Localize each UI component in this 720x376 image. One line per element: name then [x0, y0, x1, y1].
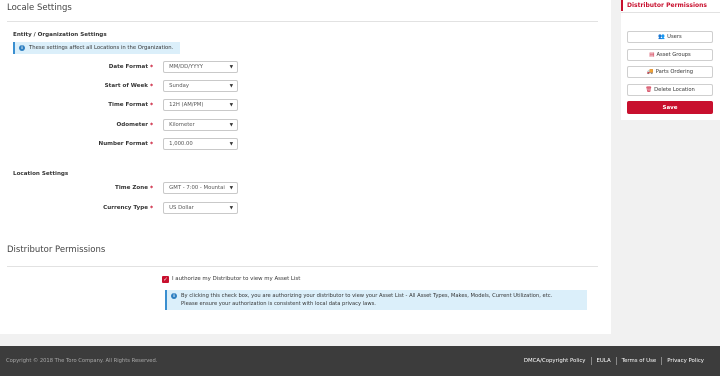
- required-mark: *: [150, 140, 154, 148]
- time-format-row: Time Format * 12H (AM/PM) ▼: [0, 98, 260, 112]
- date-format-label: Date Format: [108, 64, 148, 70]
- divider: [7, 21, 598, 22]
- time-format-select[interactable]: 12H (AM/PM) ▼: [163, 99, 239, 111]
- time-format-value: 12H (AM/PM): [169, 102, 204, 108]
- users-icon: 👥: [658, 34, 666, 40]
- save-button[interactable]: Save: [627, 101, 713, 114]
- footer: Copyright © 2018 The Toro Company. All R…: [0, 346, 720, 376]
- terms-link[interactable]: Terms of Use: [622, 358, 657, 364]
- entity-info-text: These settings affect all Locations in t…: [29, 45, 174, 51]
- asset-groups-button-label: Asset Groups: [656, 52, 691, 58]
- start-of-week-row: Start of Week * Sunday ▼: [0, 79, 260, 93]
- currency-type-select[interactable]: US Dollar ▼: [163, 202, 239, 214]
- required-mark: *: [150, 184, 154, 192]
- divider: [621, 12, 720, 13]
- main-content: Locale Settings Entity / Organization Se…: [0, 0, 611, 334]
- chevron-down-icon: ▼: [229, 186, 234, 191]
- distributor-info-line-2: Please ensure your authorization is cons…: [181, 301, 376, 307]
- odometer-row: Odometer * Kilometer ▼: [0, 118, 260, 132]
- start-of-week-value: Sunday: [169, 83, 189, 89]
- side-panel: Distributor Permissions 👥 Users ▤ Asset Gr…: [621, 0, 720, 120]
- required-mark: *: [150, 82, 154, 90]
- distributor-permissions-title: Distributor Permissions: [7, 245, 106, 255]
- time-format-label: Time Format: [108, 102, 148, 108]
- authorize-distributor-checkbox[interactable]: ✓: [162, 276, 169, 283]
- chevron-down-icon: ▼: [229, 65, 234, 70]
- footer-links: DMCA/Copyright Policy EULA Terms of Use …: [524, 357, 704, 365]
- side-panel-title: Distributor Permissions: [621, 0, 720, 11]
- required-mark: *: [150, 204, 154, 212]
- footer-copyright: Copyright © 2018 The Toro Company. All R…: [6, 358, 158, 364]
- number-format-row: Number Format * 1,000.00 ▼: [0, 137, 260, 151]
- divider: [7, 266, 598, 267]
- dmca-link[interactable]: DMCA/Copyright Policy: [524, 358, 586, 364]
- eula-link[interactable]: EULA: [597, 358, 611, 364]
- odometer-label: Odometer: [116, 122, 148, 128]
- date-format-value: MM/DD/YYYY: [169, 64, 203, 70]
- number-format-select[interactable]: 1,000.00 ▼: [163, 138, 239, 150]
- date-format-row: Date Format * MM/DD/YYYY ▼: [0, 60, 260, 74]
- entity-info-banner: i These settings affect all Locations in…: [13, 42, 180, 54]
- asset-groups-button[interactable]: ▤ Asset Groups: [627, 49, 713, 61]
- chevron-down-icon: ▼: [229, 84, 234, 89]
- info-icon: i: [171, 293, 177, 299]
- required-mark: *: [150, 121, 154, 129]
- list-icon: ▤: [649, 52, 655, 58]
- divider: [661, 357, 663, 365]
- parts-ordering-button[interactable]: 🚚 Parts Ordering: [627, 66, 713, 78]
- time-zone-select[interactable]: GMT - 7:00 - Mountai ▼: [163, 182, 239, 194]
- date-format-select[interactable]: MM/DD/YYYY ▼: [163, 61, 239, 73]
- entity-settings-title: Entity / Organization Settings: [13, 32, 107, 38]
- chevron-down-icon: ▼: [229, 103, 234, 108]
- start-of-week-label: Start of Week: [104, 83, 148, 89]
- chevron-down-icon: ▼: [229, 142, 234, 147]
- number-format-value: 1,000.00: [169, 141, 193, 147]
- time-zone-row: Time Zone * GMT - 7:00 - Mountai ▼: [0, 181, 260, 195]
- currency-type-label: Currency Type: [103, 205, 148, 211]
- distributor-info-box: i By clicking this check box, you are au…: [165, 290, 587, 310]
- check-icon: ✓: [163, 276, 168, 283]
- parts-ordering-button-label: Parts Ordering: [655, 69, 694, 75]
- delete-location-button-label: Delete Location: [654, 87, 695, 93]
- chevron-down-icon: ▼: [229, 123, 234, 128]
- chevron-down-icon: ▼: [229, 206, 234, 211]
- odometer-value: Kilometer: [169, 122, 195, 128]
- number-format-label: Number Format: [98, 141, 148, 147]
- users-button[interactable]: 👥 Users: [627, 31, 713, 43]
- currency-type-row: Currency Type * US Dollar ▼: [0, 201, 260, 215]
- start-of-week-select[interactable]: Sunday ▼: [163, 80, 239, 92]
- delete-location-button[interactable]: 🗑 Delete Location: [627, 84, 713, 96]
- users-button-label: Users: [667, 34, 682, 40]
- divider: [590, 357, 592, 365]
- odometer-select[interactable]: Kilometer ▼: [163, 119, 239, 131]
- required-mark: *: [150, 63, 154, 71]
- privacy-link[interactable]: Privacy Policy: [667, 358, 704, 364]
- locale-settings-title: Locale Settings: [7, 3, 72, 13]
- info-icon: i: [19, 45, 25, 51]
- time-zone-label: Time Zone: [115, 185, 148, 191]
- time-zone-value: GMT - 7:00 - Mountai: [169, 185, 225, 191]
- authorize-distributor-label[interactable]: I authorize my Distributor to view my As…: [172, 276, 300, 282]
- currency-type-value: US Dollar: [169, 205, 194, 211]
- divider: [615, 357, 617, 365]
- trash-icon: 🗑: [645, 87, 653, 93]
- truck-icon: 🚚: [646, 69, 654, 75]
- location-settings-title: Location Settings: [13, 171, 69, 177]
- distributor-info-line-1: By clicking this check box, you are auth…: [181, 293, 553, 299]
- required-mark: *: [150, 101, 154, 109]
